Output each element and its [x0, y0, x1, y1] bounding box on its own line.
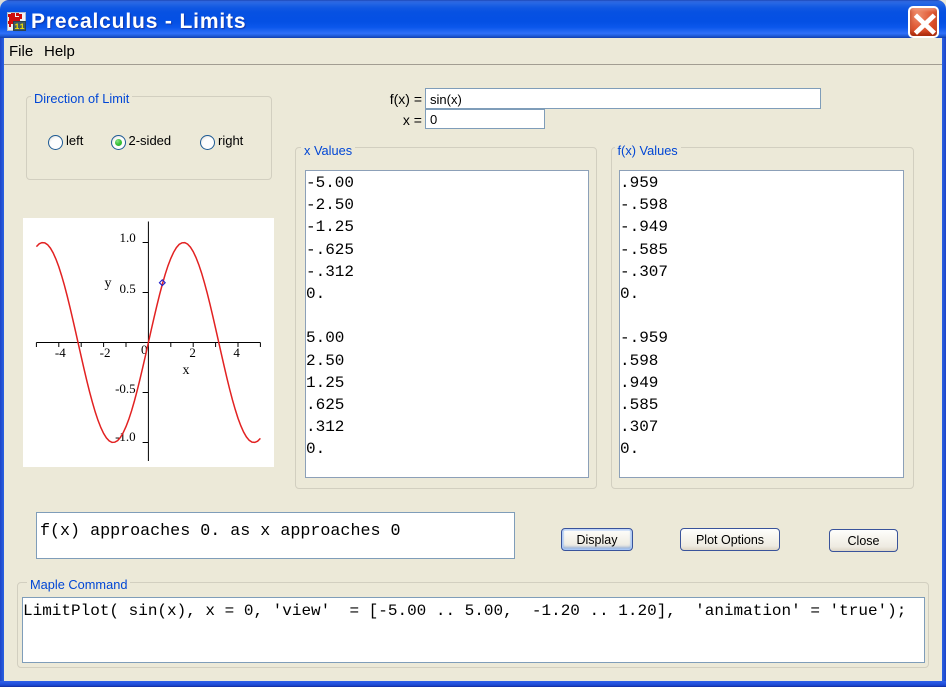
svg-text:y: y — [105, 276, 112, 291]
svg-text:-0.5: -0.5 — [115, 381, 136, 396]
svg-text:-4: -4 — [55, 345, 66, 360]
svg-text:11: 11 — [14, 22, 24, 31]
svg-text:-1.0: -1.0 — [115, 429, 136, 444]
svg-text:x: x — [183, 363, 190, 378]
svg-text:4: 4 — [233, 345, 240, 360]
svg-text:1.0: 1.0 — [119, 230, 135, 245]
svg-text:0.5: 0.5 — [119, 281, 135, 296]
svg-text:2: 2 — [189, 345, 196, 360]
svg-text:-2: -2 — [100, 345, 111, 360]
